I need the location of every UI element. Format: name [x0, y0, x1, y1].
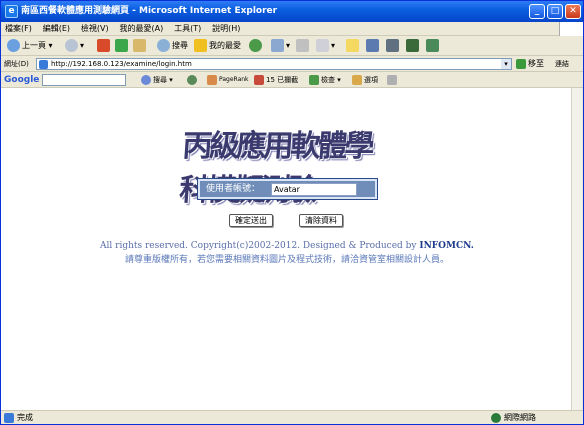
forward-button[interactable]: ▾ [65, 38, 84, 54]
print-button[interactable] [296, 38, 311, 54]
menu-tools[interactable]: 工具(T) [170, 22, 205, 36]
google-search-icon [141, 75, 151, 85]
edit-button[interactable]: ▾ [316, 38, 335, 54]
page-done-icon [4, 413, 14, 423]
popup-blocker[interactable]: 15 已攔截 [254, 72, 298, 88]
windows-logo-icon [559, 22, 583, 36]
close-button[interactable]: ✕ [565, 4, 581, 19]
window-title: 南區西餐軟體應用測驗網頁 - Microsoft Internet Explor… [21, 6, 278, 16]
person-button[interactable] [406, 38, 421, 54]
messenger-icon [386, 39, 399, 52]
back-arrow-icon [7, 39, 20, 52]
username-input[interactable] [271, 183, 357, 196]
home-button[interactable] [133, 38, 148, 54]
address-url: http://192.168.0.123/examine/login.htm [51, 60, 192, 68]
go-button[interactable]: 移至 [516, 56, 544, 72]
username-label: 使用者帳號： [206, 184, 261, 194]
person-icon [406, 39, 419, 52]
spellcheck-button[interactable]: 檢查 ▾ [309, 72, 341, 88]
login-panel: 使用者帳號： [197, 178, 378, 200]
vertical-scrollbar[interactable] [571, 88, 582, 410]
search-icon [157, 39, 170, 52]
edit-icon [316, 39, 329, 52]
address-label: 網址(D) [4, 60, 29, 68]
discuss-icon [346, 39, 359, 52]
menu-bar: 檔案(F) 編輯(E) 檢視(V) 我的最愛(A) 工具(T) 說明(H) [1, 22, 583, 36]
page-icon [39, 60, 48, 69]
google-toolbar: Google ▾ 搜尋 ▾ PageRank 15 已攔截 檢查 ▾ 選項 [1, 72, 583, 88]
notice-text: 請尊重版權所有，若您需要相關資料圖片及程式技術，請洽資管室相關設計人員。 [124, 255, 449, 265]
menu-help[interactable]: 說明(H) [208, 22, 244, 36]
globe-icon [187, 74, 197, 85]
login-row: 使用者帳號： [200, 181, 375, 197]
address-dropdown[interactable]: ▾ [501, 59, 511, 69]
options-button[interactable]: 選項 [352, 72, 378, 88]
title-bar: e 南區西餐軟體應用測驗網頁 - Microsoft Internet Expl… [1, 1, 583, 22]
go-arrow-icon [516, 58, 526, 69]
messenger-button[interactable] [386, 38, 401, 54]
home-icon [133, 39, 146, 52]
star-icon [194, 39, 207, 52]
menu-file[interactable]: 檔案(F) [1, 22, 36, 36]
search-button[interactable]: 搜尋 [157, 38, 188, 54]
address-input[interactable]: http://192.168.0.123/examine/login.htm ▾ [36, 58, 512, 70]
status-zone: 網際網路 [504, 413, 536, 422]
ie-logo-icon: e [5, 5, 18, 18]
favorites-button[interactable]: 我的最愛 [194, 38, 241, 54]
google-search-button[interactable]: 搜尋 ▾ [141, 72, 173, 88]
google-logo[interactable]: Google ▾ [4, 72, 47, 88]
copyright-text: All rights reserved. Copyright(c)2002-20… [100, 241, 474, 251]
browser-window: e 南區西餐軟體應用測驗網頁 - Microsoft Internet Expl… [0, 0, 584, 425]
status-text: 完成 [17, 413, 33, 422]
minimize-button[interactable]: _ [529, 4, 545, 19]
media-button[interactable] [249, 38, 264, 54]
mail-button[interactable]: ▾ [271, 38, 290, 54]
google-search-input[interactable] [42, 74, 126, 86]
discuss-button[interactable] [346, 38, 361, 54]
pagerank-icon [207, 74, 217, 85]
internet-zone-icon [491, 413, 501, 423]
stop-button[interactable] [97, 38, 112, 54]
pencil-icon [387, 74, 397, 85]
address-bar: 網址(D) http://192.168.0.123/examine/login… [1, 56, 583, 72]
research-button[interactable] [366, 38, 381, 54]
menu-edit[interactable]: 編輯(E) [39, 22, 74, 36]
print-icon [296, 39, 309, 52]
status-bar: 完成 網際網路 [1, 410, 583, 424]
page-banner: 丙級應用軟體學科模擬測驗 [178, 129, 373, 208]
maximize-button[interactable]: □ [547, 4, 563, 19]
popup-blocker-icon [254, 75, 264, 85]
links-button[interactable]: 連結 [555, 56, 569, 72]
stop-icon [97, 39, 110, 52]
google-news-button[interactable] [187, 72, 199, 88]
spellcheck-icon [309, 75, 319, 85]
menu-view[interactable]: 檢視(V) [77, 22, 113, 36]
pagerank-indicator[interactable]: PageRank [207, 72, 249, 88]
options-icon [352, 75, 362, 85]
users-button[interactable] [426, 38, 441, 54]
clear-button[interactable]: 清除資料 [299, 214, 343, 227]
highlight-button[interactable] [387, 72, 399, 88]
menu-favorites[interactable]: 我的最愛(A) [115, 22, 167, 36]
refresh-button[interactable] [115, 38, 130, 54]
research-icon [366, 39, 379, 52]
users-icon [426, 39, 439, 52]
submit-button[interactable]: 確定送出 [229, 214, 273, 227]
forward-arrow-icon [65, 39, 78, 52]
back-button[interactable]: 上一頁 ▾ [7, 38, 53, 54]
standard-toolbar: 上一頁 ▾ ▾ 搜尋 我的最愛 ▾ ▾ [1, 36, 583, 56]
mail-icon [271, 39, 284, 52]
refresh-icon [115, 39, 128, 52]
brand-name: INFOMCN. [419, 241, 474, 251]
page-content: 丙級應用軟體學科模擬測驗 使用者帳號： 確定送出 清除資料 All rights… [1, 88, 573, 410]
media-icon [249, 39, 262, 52]
